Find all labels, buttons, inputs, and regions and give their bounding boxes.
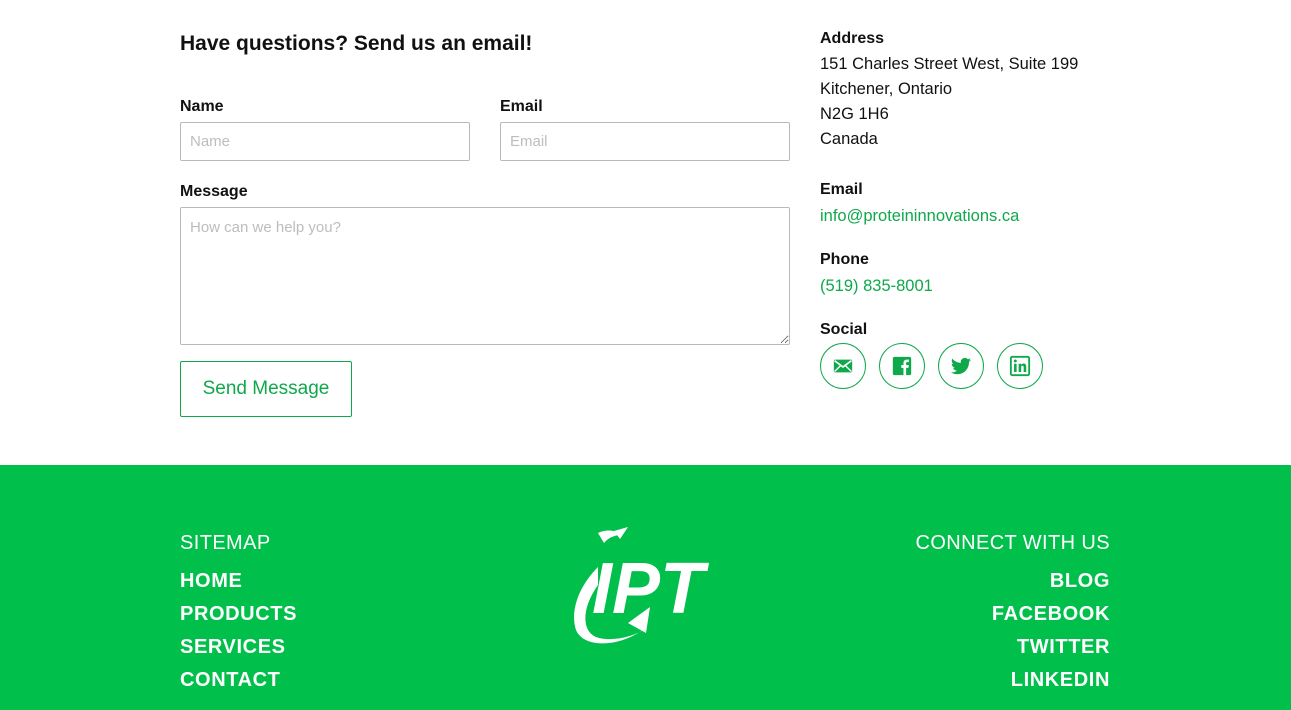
social-mail-button[interactable] <box>820 343 866 389</box>
phone-link[interactable]: (519) 835-8001 <box>820 277 933 296</box>
social-links <box>820 343 1043 389</box>
logo-text: IPT <box>592 549 710 629</box>
send-message-button[interactable]: Send Message <box>180 361 352 417</box>
footer-link-home[interactable]: HOME <box>180 570 242 592</box>
ipt-logo: IPT <box>574 527 710 644</box>
footer-link-blog[interactable]: BLOG <box>1050 570 1110 592</box>
email-link[interactable]: info@proteininnovations.ca <box>820 207 1019 226</box>
message-textarea[interactable] <box>180 207 790 345</box>
message-label: Message <box>180 183 248 200</box>
page: Have questions? Send us an email! Name E… <box>0 0 1291 710</box>
footer-link-twitter[interactable]: TWITTER <box>1017 636 1110 658</box>
phone-label: Phone <box>820 251 869 268</box>
email-label: Email <box>500 98 543 115</box>
name-input[interactable] <box>180 122 470 161</box>
footer-link-facebook[interactable]: FACEBOOK <box>992 603 1110 625</box>
address-label: Address <box>820 30 885 47</box>
linkedin-icon <box>1009 355 1031 377</box>
sitemap-list: HOME PRODUCTS SERVICES CONTACT <box>180 570 297 702</box>
footer-link-contact[interactable]: CONTACT <box>180 669 280 691</box>
connect-list: BLOG FACEBOOK TWITTER LINKEDIN <box>992 570 1110 702</box>
social-facebook-button[interactable] <box>879 343 925 389</box>
address-line-1: 151 Charles Street West, Suite 199 <box>820 55 1079 73</box>
contact-section: Have questions? Send us an email! Name E… <box>0 0 1291 465</box>
footer: SITEMAP HOME PRODUCTS SERVICES CONTACT I… <box>0 465 1291 710</box>
email-input[interactable] <box>500 122 790 161</box>
social-twitter-button[interactable] <box>938 343 984 389</box>
twitter-icon <box>950 357 972 375</box>
address-line-2: Kitchener, Ontario <box>820 80 953 98</box>
mail-icon <box>833 359 853 373</box>
facebook-icon <box>892 356 912 376</box>
info-email-label: Email <box>820 181 863 198</box>
address-line-3: N2G 1H6 <box>820 105 889 123</box>
address-line-4: Canada <box>820 130 878 148</box>
name-label: Name <box>180 98 224 115</box>
sitemap-heading: SITEMAP <box>180 532 271 554</box>
footer-link-products[interactable]: PRODUCTS <box>180 603 297 625</box>
footer-link-services[interactable]: SERVICES <box>180 636 286 658</box>
footer-link-linkedin[interactable]: LINKEDIN <box>1011 669 1110 691</box>
connect-heading: CONNECT WITH US <box>915 532 1110 554</box>
social-linkedin-button[interactable] <box>997 343 1043 389</box>
form-heading: Have questions? Send us an email! <box>180 32 533 55</box>
social-label: Social <box>820 321 868 338</box>
